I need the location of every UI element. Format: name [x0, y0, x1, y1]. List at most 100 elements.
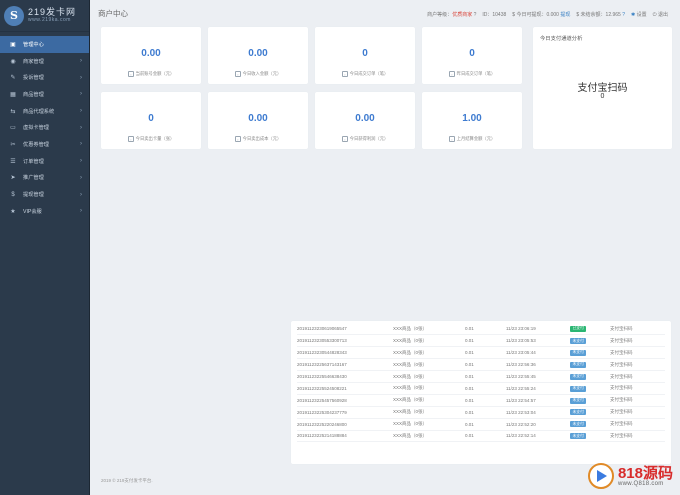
stat-card: 0 ▫ 今日成交订单（笔）	[315, 27, 415, 84]
status-badge: 未支付	[570, 361, 587, 368]
inbox-icon: ▫	[234, 71, 241, 77]
chevron-right-icon: ›	[80, 191, 82, 198]
channel-count: 0	[600, 93, 605, 100]
order-amount: 0.01	[465, 323, 506, 336]
order-time: 11/23 22:56:36	[506, 358, 570, 372]
logout-button[interactable]: ⏻ 退出	[653, 11, 668, 18]
sidebar-nav: ▣ 管理中心 ◉ 商家管理 › ✎ 投诉管理 › ▦ 商品管理 › ⇆ 商品代理系统 › ▭ 虚拟卡管理 › ✂ 优…	[0, 36, 89, 220]
table-row[interactable]: 20191123225214188884 XXX商品（0张） 0.01 11/23 2…	[297, 430, 665, 443]
sidebar-item-label: 投诉管理	[23, 75, 44, 82]
sidebar-item[interactable]: ✎ 投诉管理 ›	[0, 69, 89, 86]
table-row[interactable]: 20191123225546638430 XXX商品（0张） 0.01 11/23 2…	[297, 370, 665, 383]
watermark: 818源码 www.Q818.com	[587, 463, 673, 489]
logo-mark-icon: S	[4, 5, 24, 26]
sidebar-item[interactable]: ▣ 管理中心	[0, 36, 89, 53]
table-row[interactable]: 20191123225220246800 XXX商品（0张） 0.01 11/23 2…	[297, 418, 665, 431]
order-channel: 支付宝扫码	[610, 358, 665, 372]
calendar-icon: ▫	[448, 71, 455, 77]
stat-card: 0 ▫ 昨日成交订单（笔）	[422, 27, 522, 84]
stat-label: 今日成交订单（笔）	[349, 71, 389, 76]
sidebar-item[interactable]: ☰ 订单管理 ›	[0, 153, 89, 170]
chart-icon: ▫	[341, 136, 348, 142]
table-row[interactable]: 20191123230544828343 XXX商品（0张） 0.01 11/23 2…	[297, 346, 665, 360]
coins-icon: ▫	[234, 136, 241, 142]
user-icon: ◉	[10, 58, 16, 65]
stat-card: 0.00 ▫ 当前账号金额（元）	[101, 27, 201, 84]
dollar-icon: $	[11, 191, 15, 198]
order-time: 11/23 22:55:24	[506, 382, 570, 395]
sidebar-item[interactable]: $ 提现管理 ›	[0, 186, 89, 203]
table-row[interactable]: 20191123225637143167 XXX商品（0张） 0.01 11/23 2…	[297, 358, 665, 372]
merchant-level-info: 商户等级：优质商家 ?	[427, 12, 477, 18]
power-icon: ⏻	[652, 12, 657, 18]
brand-logo[interactable]: S 219发卡网 www.219ka.com	[0, 0, 89, 32]
order-id: 20191123225304237779	[297, 406, 393, 419]
order-time: 11/23 22:53:04	[506, 406, 570, 419]
order-icon: ☰	[10, 158, 16, 165]
sidebar-item[interactable]: ➤ 推广管理 ›	[0, 170, 89, 187]
sidebar-item[interactable]: ▭ 虚拟卡管理 ›	[0, 119, 89, 136]
withdraw-link[interactable]: 提现	[560, 12, 570, 18]
card-icon: ▫	[127, 136, 134, 142]
order-channel: 支付宝扫码	[610, 406, 665, 419]
sidebar-item-label: 管理中心	[23, 41, 44, 48]
order-product: XXX商品（0张）	[393, 370, 465, 383]
order-amount: 0.01	[465, 406, 506, 419]
merchant-id: ID：10438	[482, 12, 507, 18]
table-row[interactable]: 20191123225457560928 XXX商品（0张） 0.01 11/23 2…	[297, 394, 665, 407]
payment-channel-analysis-card: 今日支付通道分析 支付宝扫码 0	[533, 27, 672, 149]
sidebar: S 219发卡网 www.219ka.com ▣ 管理中心 ◉ 商家管理 › ✎ 投诉管理 ›…	[0, 0, 90, 495]
chevron-right-icon: ›	[80, 158, 82, 165]
order-product: XXX商品（0张）	[393, 358, 465, 372]
order-id: 20191123225637143167	[297, 358, 393, 372]
complaint-icon: ✎	[10, 75, 16, 82]
stat-card: 0.00 ▫ 今日获得利润（元）	[315, 92, 415, 149]
sidebar-item-label: 优惠券管理	[23, 141, 49, 148]
stat-value: 0	[362, 48, 368, 59]
share-icon: ⇆	[10, 108, 16, 115]
promote-icon: ➤	[10, 175, 16, 182]
order-id: 20191123230619065547	[297, 323, 393, 336]
status-badge: 已支付	[570, 325, 587, 332]
stat-value: 0.00	[355, 113, 375, 124]
table-row[interactable]: 20191123225524508221 XXX商品（0张） 0.01 11/23 2…	[297, 382, 665, 395]
settings-button[interactable]: ✱ 设置	[631, 11, 647, 18]
sidebar-item[interactable]: ★ VIP会服 ›	[0, 203, 89, 220]
table-row[interactable]: 20191123230619065547 XXX商品（0张） 0.01 11/23 2…	[297, 323, 665, 336]
coupon-icon: ✂	[10, 141, 16, 148]
stat-value: 0	[469, 48, 475, 59]
stat-label: 昨日成交订单（笔）	[456, 71, 496, 76]
chevron-right-icon: ›	[80, 208, 82, 215]
status-badge: 未支付	[570, 349, 587, 356]
order-id: 20191123230544828343	[297, 346, 393, 360]
orders-table: 20191123230619065547 XXX商品（0张） 0.01 11/23 2…	[297, 323, 665, 443]
status-badge: 未支付	[570, 385, 587, 392]
table-row[interactable]: 20191123230553300713 XXX商品（0张） 0.01 11/23 2…	[297, 334, 665, 348]
help-icon[interactable]: ?	[622, 12, 625, 18]
order-product: XXX商品（0张）	[393, 346, 465, 360]
table-row[interactable]: 20191123225304237779 XXX商品（0张） 0.01 11/23 2…	[297, 406, 665, 419]
order-amount: 0.01	[465, 382, 506, 395]
sidebar-item[interactable]: ◉ 商家管理 ›	[0, 53, 89, 70]
analysis-heading: 今日支付通道分析	[540, 36, 583, 42]
order-amount: 0.01	[465, 370, 506, 383]
stat-card: 0.00 ▫ 今日卖出成本（元）	[208, 92, 308, 149]
header-info: 商户等级：优质商家 ? ID：10438 $ 今日可提现：0.000 提现 $ …	[427, 11, 668, 18]
order-time: 11/23 22:52:20	[506, 418, 570, 431]
chevron-right-icon: ›	[80, 141, 82, 148]
chevron-right-icon: ›	[80, 174, 82, 181]
stat-label: 上月结算金额（元）	[456, 136, 496, 141]
order-channel: 支付宝扫码	[610, 346, 665, 360]
sidebar-item[interactable]: ⇆ 商品代理系统 ›	[0, 103, 89, 120]
order-amount: 0.01	[465, 334, 506, 348]
sidebar-item[interactable]: ▦ 商品管理 ›	[0, 86, 89, 103]
unsettled-balance: $ 未结余额：12.965 ?	[576, 12, 626, 18]
sidebar-item[interactable]: ✂ 优惠券管理 ›	[0, 136, 89, 153]
stat-card: 0 ▫ 今日卖出卡量（张）	[101, 92, 201, 149]
stat-label: 今日卖出成本（元）	[242, 136, 282, 141]
status-badge: 未支付	[570, 373, 587, 380]
status-badge: 未支付	[570, 433, 587, 440]
order-id: 20191123225220246800	[297, 418, 393, 431]
recent-orders-card: 20191123230619065547 XXX商品（0张） 0.01 11/23 2…	[291, 321, 671, 464]
brand-url: www.219ka.com	[28, 16, 71, 23]
